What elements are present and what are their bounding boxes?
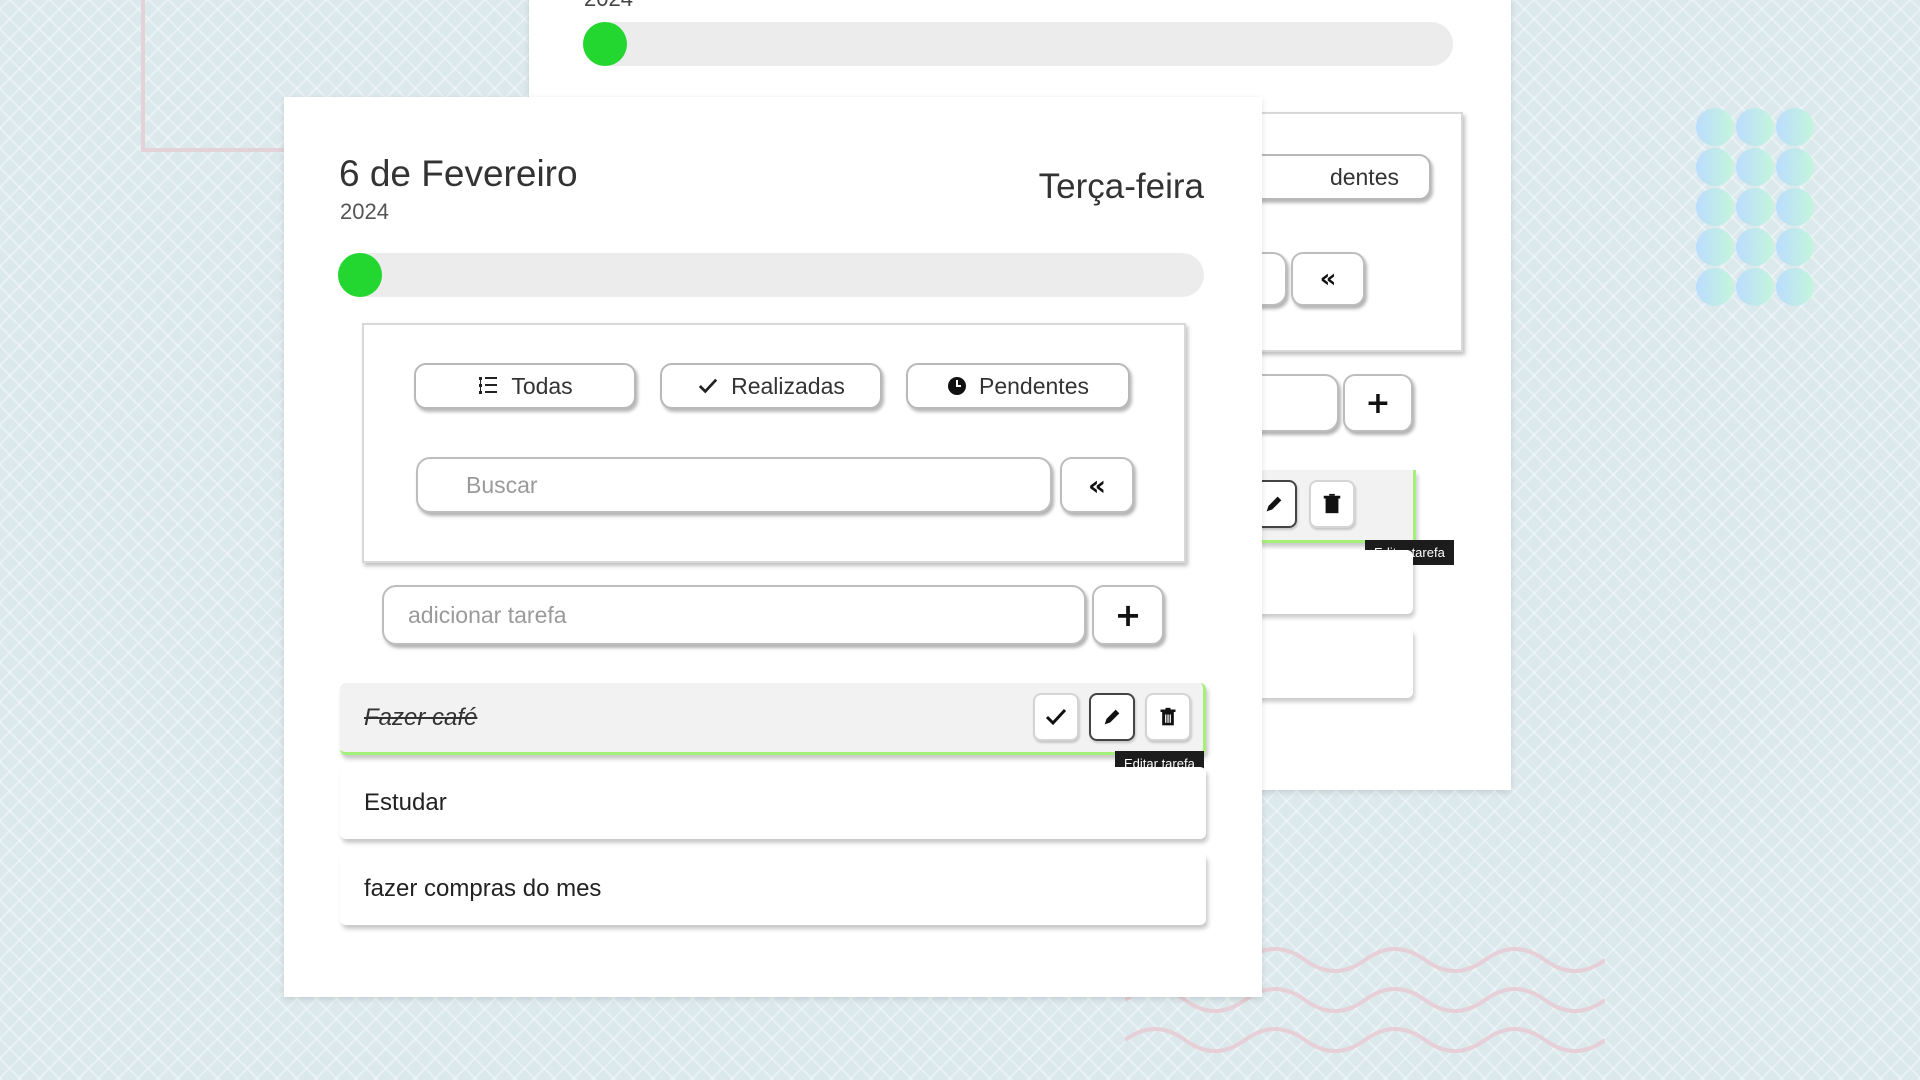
task-row[interactable]: Estudar (340, 767, 1206, 839)
complete-task-button[interactable] (1033, 693, 1079, 741)
task-row[interactable]: Fazer café (340, 683, 1206, 755)
add-task-input[interactable] (382, 585, 1086, 645)
task-label: Fazer café (364, 703, 478, 731)
background-year: 2024 (584, 0, 633, 12)
progress-indicator (338, 253, 382, 297)
background-progress-bar (583, 22, 1453, 66)
filter-all-button[interactable]: Todas (414, 363, 636, 409)
todo-card: 6 de Fevereiro 2024 Terça-feira Todas Re… (284, 97, 1262, 997)
pencil-icon (1104, 709, 1120, 725)
background-add-task-button[interactable]: + (1343, 374, 1413, 432)
task-label: Estudar (364, 789, 447, 816)
background-collapse-button[interactable]: « (1291, 252, 1365, 306)
delete-task-button[interactable] (1145, 693, 1191, 741)
search-input[interactable] (416, 457, 1052, 513)
year-label: 2024 (340, 199, 389, 224)
plus-icon: + (1365, 385, 1391, 421)
task-row[interactable]: fazer compras do mes (340, 853, 1206, 925)
background-filter-panel: dentes « (1191, 112, 1463, 352)
filter-panel: Todas Realizadas Pendentes « (362, 323, 1186, 563)
clock-icon (948, 377, 966, 395)
page-title: 6 de Fevereiro (339, 153, 578, 194)
list-icon (479, 377, 498, 394)
plus-icon: + (1114, 596, 1142, 634)
filter-pending-button[interactable]: Pendentes (906, 363, 1130, 409)
double-chevron-left-icon: « (1087, 468, 1107, 502)
progress-bar (338, 253, 1204, 297)
background-progress-indicator (583, 22, 627, 66)
double-chevron-left-icon: « (1319, 264, 1337, 294)
decorative-dot-grid (1696, 108, 1814, 306)
task-label: fazer compras do mes (364, 875, 602, 902)
trash-icon (1323, 493, 1341, 514)
filter-pending-label: Pendentes (979, 372, 1089, 399)
background-filter-pending-label: dentes (1329, 163, 1399, 190)
trash-icon (1160, 707, 1176, 726)
edit-task-button[interactable] (1089, 693, 1135, 741)
check-icon (1045, 708, 1067, 726)
background-delete-button[interactable] (1309, 480, 1355, 528)
filter-done-button[interactable]: Realizadas (660, 363, 882, 409)
add-task-button[interactable]: + (1092, 585, 1164, 645)
filter-all-label: Todas (511, 372, 573, 399)
check-icon (698, 378, 718, 394)
pencil-icon (1266, 496, 1282, 512)
filter-done-label: Realizadas (731, 372, 845, 399)
collapse-button[interactable]: « (1060, 457, 1134, 513)
weekday-label: Terça-feira (1038, 167, 1204, 206)
